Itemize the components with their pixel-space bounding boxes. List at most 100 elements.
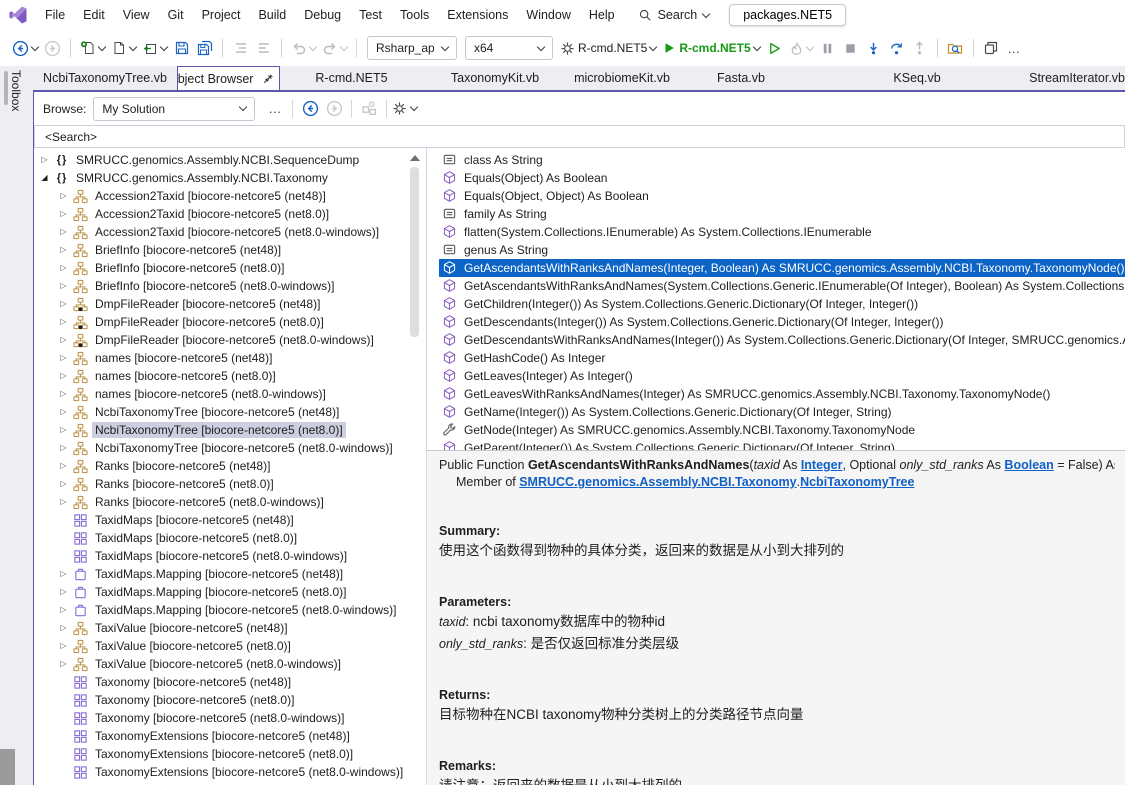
- tree-row[interactable]: TaxidMaps.Mapping [biocore-netcore5 (net…: [34, 601, 426, 619]
- expander-icon[interactable]: [58, 187, 69, 205]
- tree-row[interactable]: names [biocore-netcore5 (net8.0-windows)…: [34, 385, 426, 403]
- tree-row[interactable]: TaxonomyExtensions [biocore-netcore5 (ne…: [34, 727, 426, 745]
- expander-icon[interactable]: [58, 619, 69, 637]
- new-file-button[interactable]: [78, 36, 107, 60]
- member-row[interactable]: genus As String: [439, 241, 1125, 259]
- browse-scope-dropdown[interactable]: My Solution: [93, 97, 255, 121]
- package-badge-button[interactable]: packages.NET5: [729, 4, 846, 26]
- member-row[interactable]: Equals(Object) As Boolean: [439, 169, 1125, 187]
- tree-row[interactable]: TaxidMaps [biocore-netcore5 (net48)]: [34, 511, 426, 529]
- redo-button[interactable]: [320, 36, 349, 60]
- undo-button[interactable]: [289, 36, 318, 60]
- tree-row[interactable]: Ranks [biocore-netcore5 (net8.0)]: [34, 475, 426, 493]
- toolbox-tab[interactable]: Toolbox: [9, 70, 23, 111]
- menu-item[interactable]: Build: [249, 3, 295, 27]
- tree-row[interactable]: { } SMRUCC.genomics.Assembly.NCBI.Sequen…: [34, 151, 426, 169]
- tree-row[interactable]: DmpFileReader [biocore-netcore5 (net48)]: [34, 295, 426, 313]
- solution-platform-dropdown[interactable]: x64: [465, 36, 553, 60]
- object-browser-search-box[interactable]: <Search>: [34, 125, 1125, 148]
- member-row[interactable]: GetDescendantsWithRanksAndNames(Integer(…: [439, 331, 1125, 349]
- tree-row[interactable]: TaxonomyExtensions [biocore-netcore5 (ne…: [34, 763, 426, 781]
- tree-row[interactable]: names [biocore-netcore5 (net48)]: [34, 349, 426, 367]
- member-row[interactable]: GetHashCode() As Integer: [439, 349, 1125, 367]
- member-row[interactable]: GetAscendantsWithRanksAndNames(Integer, …: [439, 259, 1125, 277]
- startup-profile-dropdown[interactable]: R-cmd.NET5: [558, 36, 658, 60]
- tree-row[interactable]: Ranks [biocore-netcore5 (net8.0-windows)…: [34, 493, 426, 511]
- tree-row[interactable]: names [biocore-netcore5 (net8.0)]: [34, 367, 426, 385]
- expander-icon[interactable]: [58, 241, 69, 259]
- document-tab[interactable]: R-cmd.NET5: [280, 66, 423, 90]
- document-tab[interactable]: NcbiTaxonomyTree.vb: [33, 66, 177, 90]
- expander-icon[interactable]: [58, 331, 69, 349]
- save-button[interactable]: [171, 36, 192, 60]
- member-row[interactable]: GetNode(Integer) As SMRUCC.genomics.Asse…: [439, 421, 1125, 439]
- pause-button[interactable]: [817, 36, 838, 60]
- signature-segment[interactable]: Boolean: [1004, 458, 1053, 472]
- menu-item[interactable]: Git: [159, 3, 193, 27]
- tree-row[interactable]: DmpFileReader [biocore-netcore5 (net8.0)…: [34, 313, 426, 331]
- expander-icon[interactable]: [58, 655, 69, 673]
- expander-icon[interactable]: [58, 421, 69, 439]
- tree-row[interactable]: Accession2Taxid [biocore-netcore5 (net8.…: [34, 205, 426, 223]
- object-browser-settings-button[interactable]: [392, 97, 417, 121]
- document-tab[interactable]: Object Browser ×: [177, 66, 280, 90]
- solution-explorer-button[interactable]: [981, 36, 1002, 60]
- browser-back-button[interactable]: [298, 97, 322, 121]
- menu-item[interactable]: Debug: [295, 3, 350, 27]
- member-row[interactable]: class As String: [439, 151, 1125, 169]
- save-all-button[interactable]: [194, 36, 215, 60]
- signature-segment[interactable]: Integer: [801, 458, 843, 472]
- menu-item[interactable]: Help: [580, 3, 624, 27]
- expander-icon[interactable]: [39, 151, 50, 169]
- tree-row[interactable]: NcbiTaxonomyTree [biocore-netcore5 (net4…: [34, 403, 426, 421]
- member-row[interactable]: flatten(System.Collections.IEnumerable) …: [439, 223, 1125, 241]
- menu-item[interactable]: File: [36, 3, 74, 27]
- tree-row[interactable]: Accession2Taxid [biocore-netcore5 (net8.…: [34, 223, 426, 241]
- menu-item[interactable]: View: [114, 3, 159, 27]
- member-row[interactable]: GetAscendantsWithRanksAndNames(System.Co…: [439, 277, 1125, 295]
- pin-icon[interactable]: [262, 73, 274, 85]
- step-into-button[interactable]: [863, 36, 884, 60]
- tree-row[interactable]: DmpFileReader [biocore-netcore5 (net8.0-…: [34, 331, 426, 349]
- expander-icon[interactable]: [58, 295, 69, 313]
- stop-button[interactable]: [840, 36, 861, 60]
- tree-row[interactable]: TaxidMaps.Mapping [biocore-netcore5 (net…: [34, 565, 426, 583]
- expander-icon[interactable]: [58, 475, 69, 493]
- menu-item[interactable]: Edit: [74, 3, 114, 27]
- step-out-button[interactable]: [909, 36, 930, 60]
- tree-row[interactable]: TaxiValue [biocore-netcore5 (net8.0-wind…: [34, 655, 426, 673]
- hot-reload-button[interactable]: [787, 36, 815, 60]
- scrollbar-thumb[interactable]: [410, 167, 419, 337]
- menu-item[interactable]: Tools: [391, 3, 438, 27]
- menu-search[interactable]: Search: [638, 8, 710, 22]
- expander-icon[interactable]: [58, 457, 69, 475]
- expander-icon[interactable]: [58, 565, 69, 583]
- menu-item[interactable]: Project: [193, 3, 250, 27]
- document-tab[interactable]: microbiomeKit.vb: [567, 66, 677, 90]
- solution-configuration-dropdown[interactable]: Rsharp_ap: [367, 36, 457, 60]
- tree-row[interactable]: NcbiTaxonomyTree [biocore-netcore5 (net8…: [34, 439, 426, 457]
- edit-custom-component-set-button[interactable]: …: [263, 97, 287, 121]
- expander-icon[interactable]: [58, 259, 69, 277]
- scroll-up-arrow-icon[interactable]: [410, 155, 420, 161]
- member-row[interactable]: GetLeaves(Integer) As Integer(): [439, 367, 1125, 385]
- navigate-forward-button[interactable]: [42, 36, 63, 60]
- expander-icon[interactable]: [58, 367, 69, 385]
- member-row[interactable]: GetLeavesWithRanksAndNames(Integer) As S…: [439, 385, 1125, 403]
- start-debugging-button[interactable]: R-cmd.NET5: [660, 36, 761, 60]
- tree-row[interactable]: TaxidMaps [biocore-netcore5 (net8.0-wind…: [34, 547, 426, 565]
- tree-row[interactable]: TaxidMaps [biocore-netcore5 (net8.0)]: [34, 529, 426, 547]
- tree-row[interactable]: BriefInfo [biocore-netcore5 (net48)]: [34, 241, 426, 259]
- document-tab[interactable]: Fasta.vb: [677, 66, 805, 90]
- toolbar-overflow-button[interactable]: …: [1004, 36, 1025, 60]
- expander-icon[interactable]: [58, 223, 69, 241]
- tree-row[interactable]: BriefInfo [biocore-netcore5 (net8.0)]: [34, 259, 426, 277]
- tree-row[interactable]: Taxonomy [biocore-netcore5 (net48)]: [34, 673, 426, 691]
- expander-icon[interactable]: [39, 169, 50, 187]
- expander-icon[interactable]: [58, 385, 69, 403]
- expander-icon[interactable]: [58, 277, 69, 295]
- find-in-files-button[interactable]: [945, 36, 966, 60]
- tree-row[interactable]: BriefInfo [biocore-netcore5 (net8.0-wind…: [34, 277, 426, 295]
- toggle-outdent-button[interactable]: [253, 36, 274, 60]
- add-item-button[interactable]: [140, 36, 169, 60]
